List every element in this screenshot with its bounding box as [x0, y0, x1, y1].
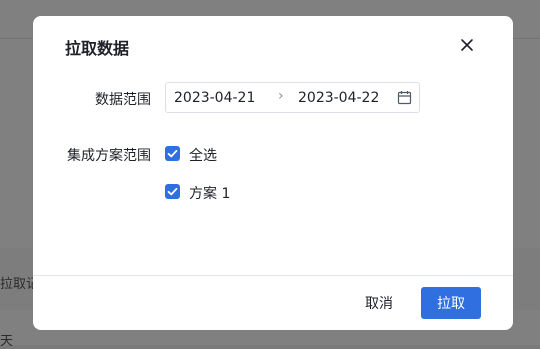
range-separator-icon: ›	[278, 88, 284, 104]
calendar-icon	[397, 91, 412, 105]
pull-data-dialog: 拉取数据 数据范围 2023-04-21 › 2023-04-22 集成方案范围…	[33, 16, 513, 330]
cancel-button[interactable]: 取消	[353, 287, 405, 319]
select-all-label: 全选	[189, 148, 217, 164]
close-icon	[461, 39, 473, 51]
background-text-secondary: 天	[0, 334, 14, 349]
scheme-range-label: 集成方案范围	[67, 148, 151, 164]
checkbox-checked[interactable]	[165, 184, 180, 199]
start-date-input[interactable]: 2023-04-21	[174, 90, 255, 106]
close-button[interactable]	[458, 36, 476, 54]
pull-button[interactable]: 拉取	[421, 287, 481, 319]
dialog-title: 拉取数据	[65, 39, 130, 58]
end-date-input[interactable]: 2023-04-22	[298, 90, 379, 106]
scheme-option-label: 方案 1	[189, 186, 231, 202]
footer-divider	[33, 275, 513, 276]
check-icon	[167, 149, 178, 158]
date-range-picker[interactable]: 2023-04-21 › 2023-04-22	[165, 82, 420, 113]
check-icon	[167, 187, 178, 196]
checkbox-checked[interactable]	[165, 146, 180, 161]
data-range-label: 数据范围	[95, 92, 151, 108]
